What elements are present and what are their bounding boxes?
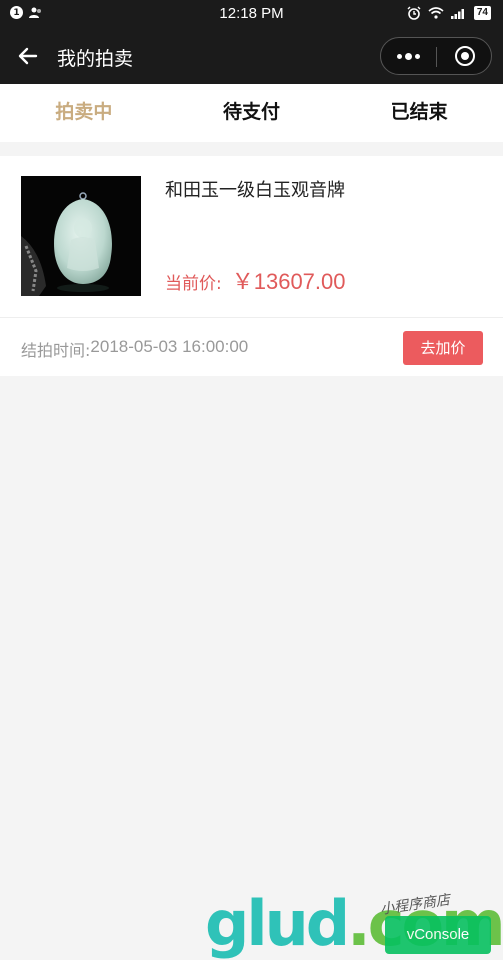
jade-pendant-image[interactable] bbox=[21, 176, 141, 296]
tab-in-auction[interactable]: 拍卖中 bbox=[0, 84, 168, 142]
wifi-icon bbox=[428, 7, 444, 19]
price-value: ￥13607.00 bbox=[231, 269, 346, 294]
vconsole-button[interactable]: vConsole bbox=[385, 916, 491, 954]
more-options-icon[interactable] bbox=[381, 38, 436, 74]
watermark-brand: glud bbox=[205, 887, 350, 960]
price-label: 当前价: bbox=[165, 274, 222, 294]
page-title: 我的拍卖 bbox=[57, 48, 134, 70]
tab-pending-payment[interactable]: 待支付 bbox=[168, 84, 336, 142]
close-mini-program-icon[interactable] bbox=[437, 38, 492, 74]
auction-tabs: 拍卖中 待支付 已结束 bbox=[0, 84, 503, 142]
alarm-icon bbox=[407, 6, 421, 20]
tab-ended[interactable]: 已结束 bbox=[335, 84, 503, 142]
card-divider bbox=[0, 317, 503, 318]
auction-item-card[interactable]: 和田玉一级白玉观音牌 当前价: ￥13607.00 结拍时间: 2018-05-… bbox=[0, 156, 503, 376]
back-arrow-icon[interactable] bbox=[16, 44, 40, 68]
end-time-value: 2018-05-03 16:00:00 bbox=[90, 337, 249, 356]
item-title[interactable]: 和田玉一级白玉观音牌 bbox=[165, 176, 345, 202]
mini-program-capsule bbox=[380, 37, 492, 75]
end-time-label: 结拍时间: bbox=[21, 341, 91, 360]
current-price-row: 当前价: ￥13607.00 bbox=[165, 264, 346, 296]
signal-icon bbox=[450, 9, 464, 19]
status-bar: 1 12:18 PM 74 bbox=[0, 0, 503, 28]
end-time-row: 结拍时间: 2018-05-03 16:00:00 bbox=[21, 337, 248, 361]
battery-indicator: 74 bbox=[473, 6, 491, 20]
nav-bar: 我的拍卖 bbox=[0, 28, 503, 84]
raise-bid-button[interactable]: 去加价 bbox=[403, 331, 483, 365]
